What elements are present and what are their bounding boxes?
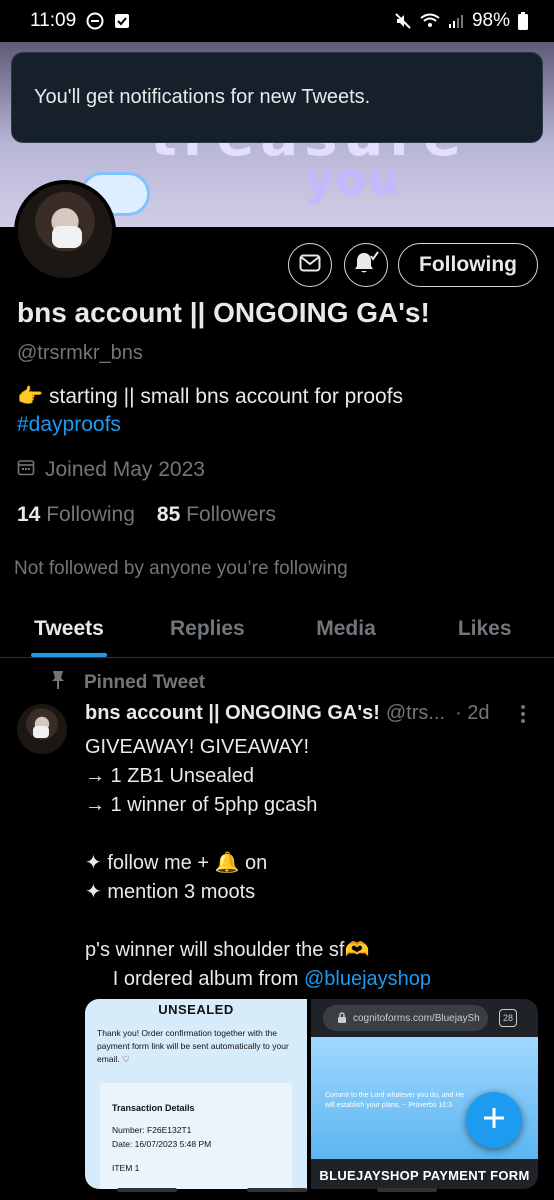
more-options-icon[interactable] (520, 704, 526, 730)
signal-icon (448, 13, 464, 29)
media-left-title: UNSEALED (158, 1002, 234, 1017)
message-button[interactable] (288, 243, 332, 287)
browser-tab-count: 28 (499, 1009, 517, 1027)
not-followed-text: Not followed by anyone you’re following (14, 558, 348, 579)
joined-text: Joined May 2023 (45, 458, 205, 481)
bio-text: 👉 starting || small bns account for proo… (17, 385, 404, 408)
transaction-number: Number: F26E132T1 (112, 1125, 192, 1135)
envelope-icon (299, 254, 321, 277)
dnd-icon (86, 12, 104, 30)
compose-tweet-button[interactable] (466, 1092, 522, 1148)
tweet-header: bns account || ONGOING GA's! @trs... · 2… (85, 702, 525, 725)
media-left-text: Thank you! Order confirmation together w… (97, 1028, 289, 1064)
browser-url-bar: cognitoforms.com/BluejaySh (323, 1005, 488, 1031)
toast-message: You'll get notifications for new Tweets. (34, 86, 371, 108)
battery-percentage: 98% (471, 10, 510, 31)
following-button[interactable]: Following (398, 243, 538, 287)
bio-hashtag-link[interactable]: #dayproofs (17, 411, 403, 439)
status-time: 11:09 (30, 10, 77, 31)
media-image-left[interactable]: UNSEALED Thank you! Order confirmation t… (85, 999, 307, 1189)
tab-media[interactable]: Media (277, 600, 416, 657)
tweet-avatar[interactable] (17, 704, 67, 754)
profile-bio: 👉 starting || small bns account for proo… (17, 383, 403, 439)
tweet-author-name[interactable]: bns account || ONGOING GA's! (85, 702, 380, 725)
follow-stats: 14 Following 85 Followers (17, 503, 276, 527)
profile-avatar[interactable] (14, 180, 116, 282)
calendar-icon (17, 458, 35, 482)
mute-icon (394, 12, 412, 30)
tweet-text: GIVEAWAY! GIVEAWAY! → 1 ZB1 Unsealed → 1… (85, 736, 370, 990)
notifications-toggle-button[interactable] (344, 243, 388, 287)
banner-word-bottom: you (305, 154, 402, 205)
bible-verse: Commit to the Lord whatever you do, and … (325, 1092, 465, 1109)
tweet-timestamp[interactable]: · 2d (455, 702, 489, 725)
profile-name: bns account || ONGOING GA's! (17, 297, 430, 328)
pinned-text: Pinned Tweet (84, 672, 206, 693)
lock-icon (338, 1012, 346, 1023)
tweet-body: GIVEAWAY! GIVEAWAY! → 1 ZB1 Unsealed → 1… (85, 733, 431, 994)
browser-url: cognitoforms.com/BluejaySh (353, 1012, 480, 1024)
tab-tweets[interactable]: Tweets (0, 600, 138, 657)
tab-likes[interactable]: Likes (415, 600, 554, 657)
tab-replies[interactable]: Replies (138, 600, 277, 657)
battery-icon (518, 12, 528, 30)
wifi-icon (420, 13, 440, 29)
tweet-media: UNSEALED Thank you! Order confirmation t… (85, 999, 538, 1189)
status-bar: 11:09 98% (0, 0, 554, 42)
pin-icon (50, 670, 66, 696)
plus-icon (481, 1105, 507, 1136)
profile-handle: @trsrmkr_bns (17, 342, 143, 364)
followers-count-link[interactable]: 85 Followers (157, 503, 276, 527)
notification-toast: You'll get notifications for new Tweets. (11, 52, 543, 143)
system-nav-bar (0, 1188, 554, 1196)
following-count-link[interactable]: 14 Following (17, 503, 135, 527)
transaction-card: Transaction Details Number: F26E132T1 Da… (100, 1083, 292, 1189)
bell-check-icon (353, 250, 379, 280)
tweet-mention-link[interactable]: @bluejayshop (304, 968, 431, 990)
checkbox-notification-icon (114, 13, 130, 29)
transaction-date: Date: 16/07/2023 5:48 PM (112, 1139, 212, 1149)
tweet-author-handle[interactable]: @trs... (386, 702, 445, 725)
joined-date: Joined May 2023 (17, 458, 205, 482)
transaction-item: ITEM 1 (112, 1163, 140, 1173)
payment-form-banner: BLUEJAYSHOP PAYMENT FORM (319, 1168, 530, 1183)
profile-tabs: Tweets Replies Media Likes (0, 600, 554, 658)
transaction-title: Transaction Details (112, 1103, 195, 1113)
pinned-label: Pinned Tweet (50, 670, 205, 696)
